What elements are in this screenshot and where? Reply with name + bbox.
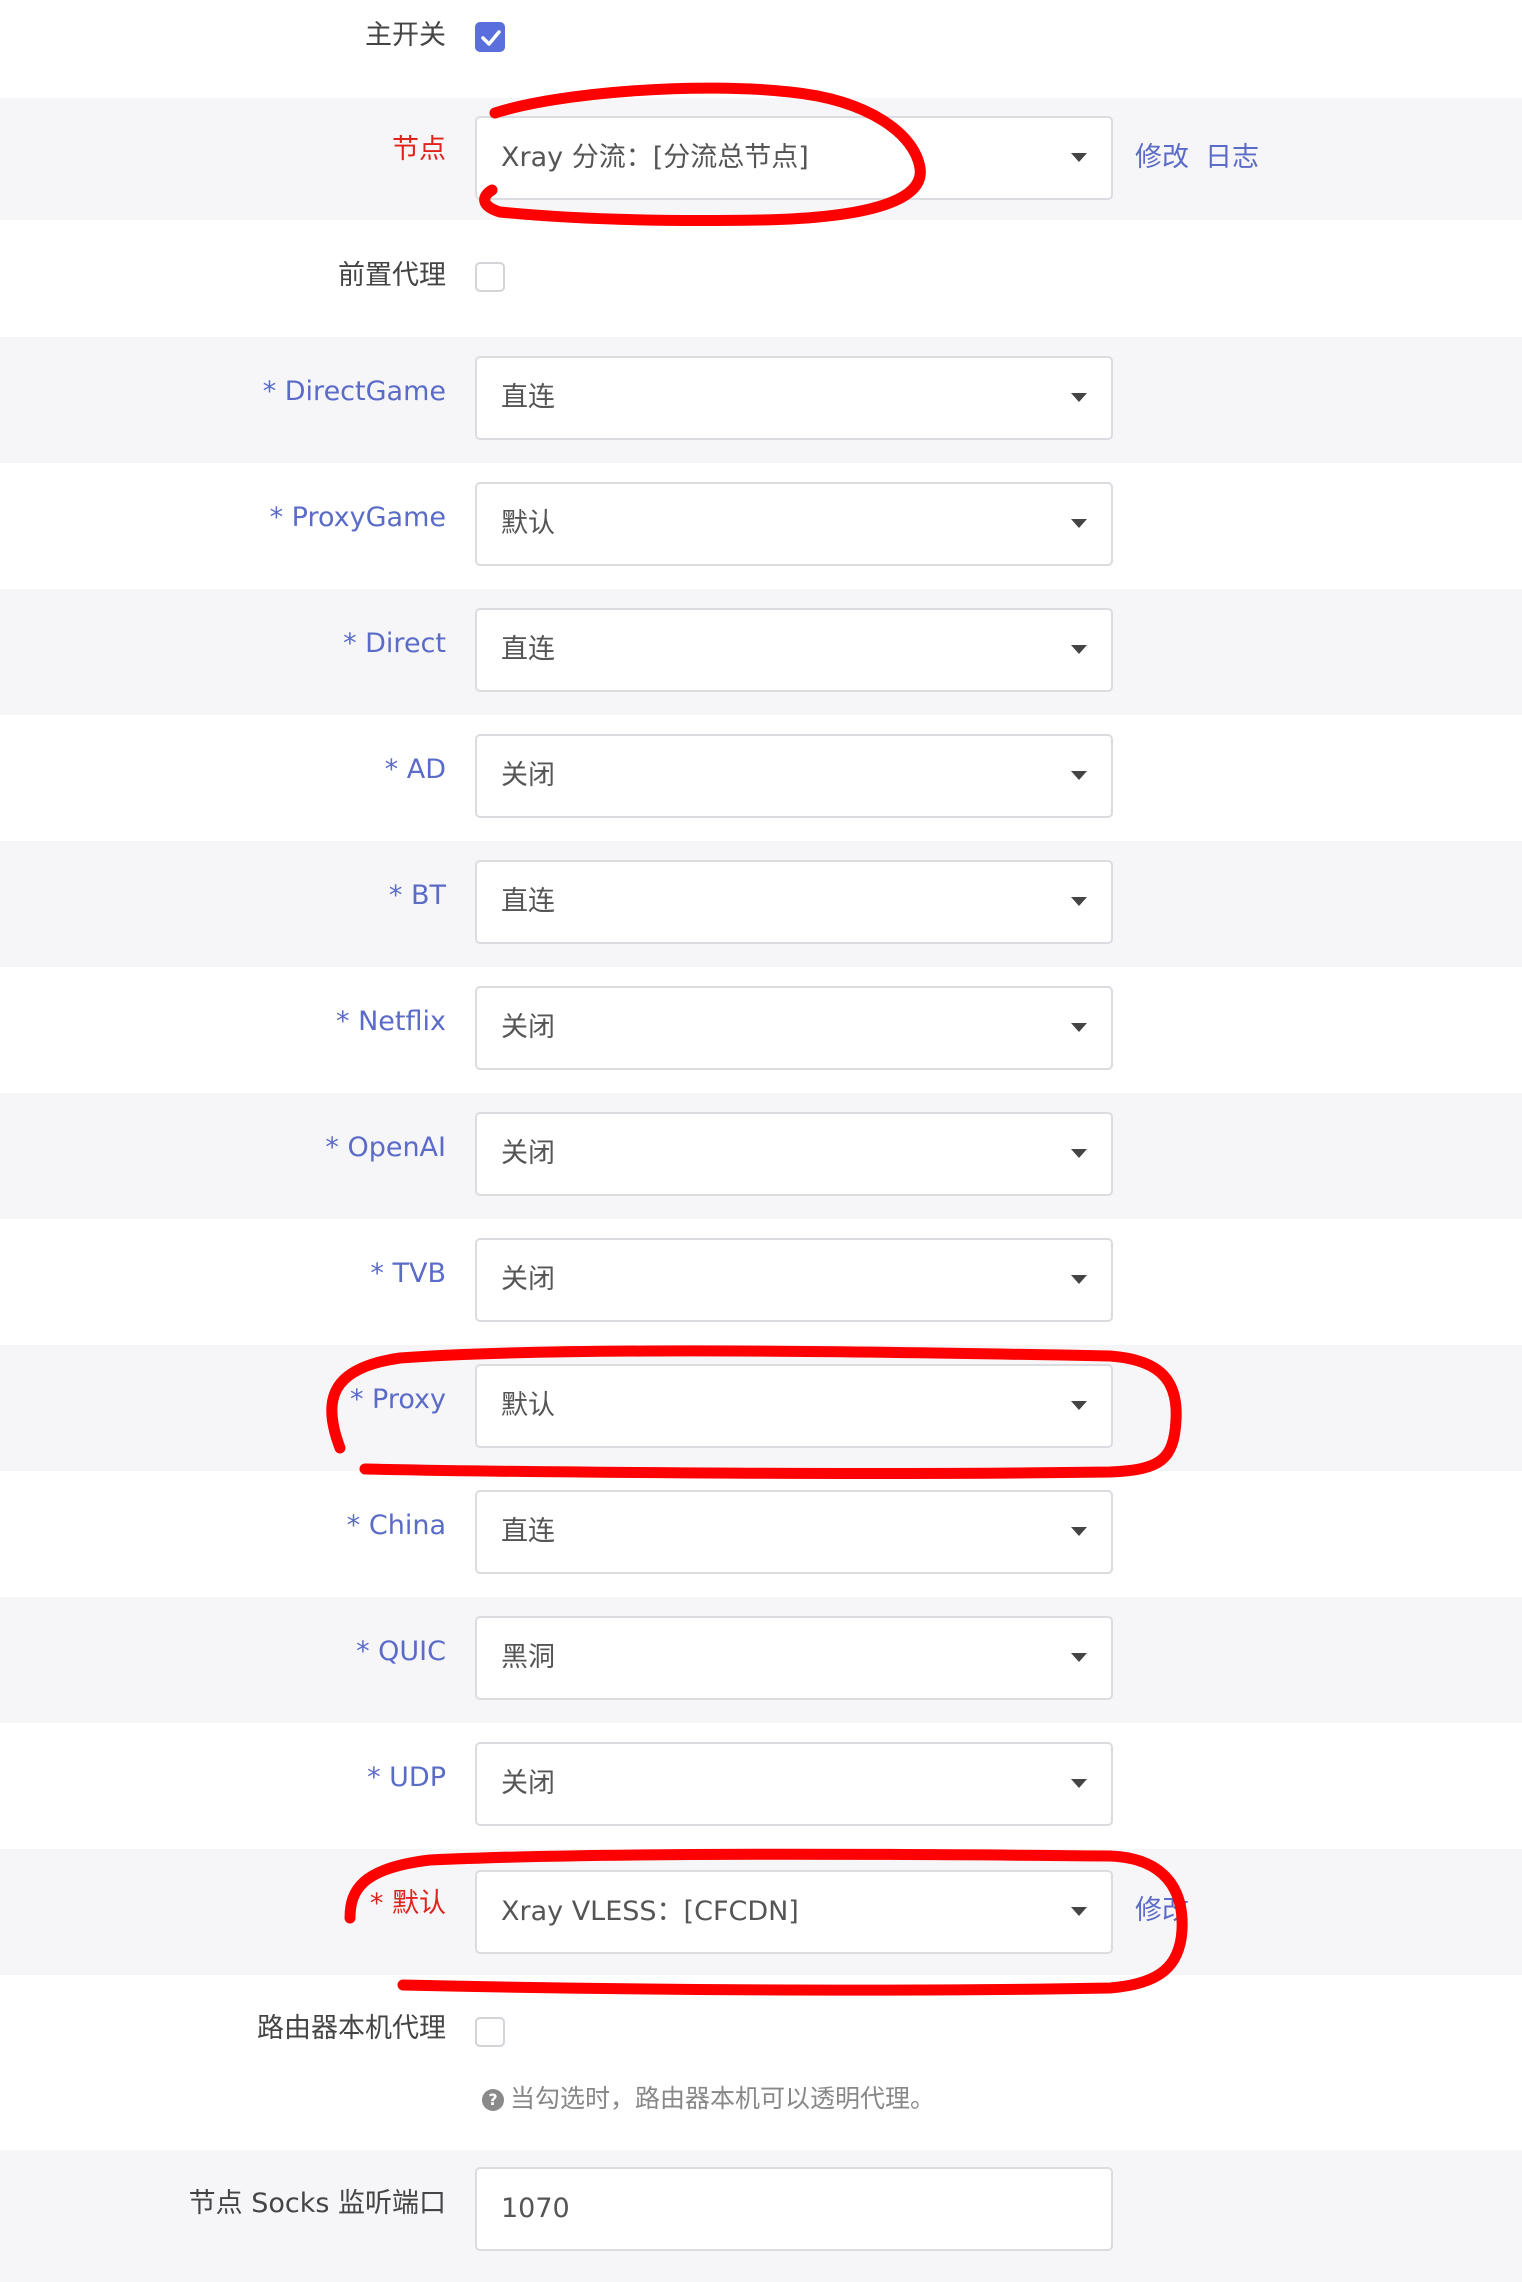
default-rule-select[interactable]: Xray VLESS：[CFCDN] (475, 1870, 1113, 1954)
rule-select-value: 直连 (501, 382, 555, 413)
chevron-down-icon (1071, 393, 1087, 402)
default-rule-label: * 默认 (369, 1888, 446, 1919)
help-icon: ? (482, 2089, 504, 2111)
rule-label: * QUIC (356, 1636, 446, 1667)
rule-select[interactable]: 黑洞 (475, 1616, 1113, 1700)
rule-select[interactable]: 直连 (475, 356, 1113, 440)
row-rule-openai: * OpenAI 关闭 (0, 1093, 1522, 1219)
rule-label: * TVB (370, 1258, 446, 1289)
row-pre-proxy: 前置代理 (0, 220, 1522, 337)
node-log-link[interactable]: 日志 (1205, 140, 1259, 176)
rule-select[interactable]: 关闭 (475, 734, 1113, 818)
rule-select[interactable]: 直连 (475, 860, 1113, 944)
row-rule-ad: * AD 关闭 (0, 715, 1522, 841)
row-rule-netflix: * Netflix 关闭 (0, 967, 1522, 1093)
rule-select-value: 直连 (501, 886, 555, 917)
rule-select[interactable]: 关闭 (475, 986, 1113, 1070)
rule-label: * Netflix (336, 1006, 446, 1037)
socks-port-value: 1070 (501, 2193, 570, 2224)
router-proxy-checkbox[interactable] (475, 2017, 505, 2047)
rule-select-value: 默认 (501, 508, 555, 539)
rule-select[interactable]: 关闭 (475, 1742, 1113, 1826)
rule-select-value: 关闭 (501, 1012, 555, 1043)
rule-select-value: 黑洞 (501, 1642, 555, 1673)
router-proxy-hint: ? 当勾选时，路由器本机可以透明代理。 (482, 2079, 935, 2115)
chevron-down-icon (1071, 1779, 1087, 1788)
rule-select[interactable]: 默认 (475, 482, 1113, 566)
rule-select-value: 关闭 (501, 1768, 555, 1799)
chevron-down-icon (1071, 1401, 1087, 1410)
main-switch-checkbox[interactable] (475, 22, 505, 52)
chevron-down-icon (1071, 153, 1087, 162)
row-socks-port: 节点 Socks 监听端口 1070 (0, 2150, 1522, 2282)
chevron-down-icon (1071, 645, 1087, 654)
row-rule-quic: * QUIC 黑洞 (0, 1597, 1522, 1723)
rule-select-value: 直连 (501, 634, 555, 665)
node-edit-link[interactable]: 修改 (1135, 140, 1189, 176)
chevron-down-icon (1071, 1653, 1087, 1662)
row-default-rule: * 默认 Xray VLESS：[CFCDN] 修改 (0, 1849, 1522, 1975)
socks-port-label: 节点 Socks 监听端口 (188, 2188, 446, 2219)
row-node: 节点 Xray 分流：[分流总节点] 修改 日志 (0, 98, 1522, 220)
chevron-down-icon (1071, 1023, 1087, 1032)
main-switch-label: 主开关 (365, 20, 446, 51)
router-proxy-label: 路由器本机代理 (257, 2013, 446, 2044)
rule-label: * AD (384, 754, 446, 785)
rule-select[interactable]: 直连 (475, 608, 1113, 692)
node-select-value: Xray 分流：[分流总节点] (501, 142, 809, 173)
row-rule-china: * China 直连 (0, 1471, 1522, 1597)
rule-label: * Direct (343, 628, 446, 659)
rule-label: * Proxy (349, 1384, 446, 1415)
pre-proxy-checkbox[interactable] (475, 262, 505, 292)
rule-label: * ProxyGame (269, 502, 446, 533)
rule-label: * DirectGame (262, 376, 446, 407)
default-rule-edit-link[interactable]: 修改 (1135, 1893, 1189, 1929)
rule-select-value: 关闭 (501, 1264, 555, 1295)
rule-select[interactable]: 直连 (475, 1490, 1113, 1574)
chevron-down-icon (1071, 519, 1087, 528)
row-main-switch: 主开关 (0, 0, 1522, 98)
chevron-down-icon (1071, 897, 1087, 906)
rule-select-value: 关闭 (501, 760, 555, 791)
row-rule-directgame: * DirectGame 直连 (0, 337, 1522, 463)
pre-proxy-label: 前置代理 (338, 260, 446, 291)
rule-select-value: 默认 (501, 1390, 555, 1421)
node-label: 节点 (392, 134, 446, 165)
default-rule-select-value: Xray VLESS：[CFCDN] (501, 1896, 799, 1927)
check-icon (481, 30, 501, 46)
chevron-down-icon (1071, 1275, 1087, 1284)
row-router-proxy: 路由器本机代理 ? 当勾选时，路由器本机可以透明代理。 (0, 1975, 1522, 2150)
rule-select-value: 直连 (501, 1516, 555, 1547)
row-rule-proxy: * Proxy 默认 (0, 1345, 1522, 1471)
chevron-down-icon (1071, 1527, 1087, 1536)
row-rule-bt: * BT 直连 (0, 841, 1522, 967)
rule-select[interactable]: 默认 (475, 1364, 1113, 1448)
chevron-down-icon (1071, 771, 1087, 780)
rule-select[interactable]: 关闭 (475, 1238, 1113, 1322)
chevron-down-icon (1071, 1907, 1087, 1916)
row-rule-direct: * Direct 直连 (0, 589, 1522, 715)
chevron-down-icon (1071, 1149, 1087, 1158)
rule-select-value: 关闭 (501, 1138, 555, 1169)
rule-label: * UDP (367, 1762, 446, 1793)
rule-select[interactable]: 关闭 (475, 1112, 1113, 1196)
row-rule-tvb: * TVB 关闭 (0, 1219, 1522, 1345)
rule-label: * BT (388, 880, 446, 911)
rule-label: * OpenAI (325, 1132, 446, 1163)
row-rule-udp: * UDP 关闭 (0, 1723, 1522, 1849)
router-proxy-hint-text: 当勾选时，路由器本机可以透明代理。 (510, 2084, 936, 2113)
node-select[interactable]: Xray 分流：[分流总节点] (475, 116, 1113, 200)
row-rule-proxygame: * ProxyGame 默认 (0, 463, 1522, 589)
rule-label: * China (346, 1510, 446, 1541)
socks-port-input[interactable]: 1070 (475, 2167, 1113, 2251)
